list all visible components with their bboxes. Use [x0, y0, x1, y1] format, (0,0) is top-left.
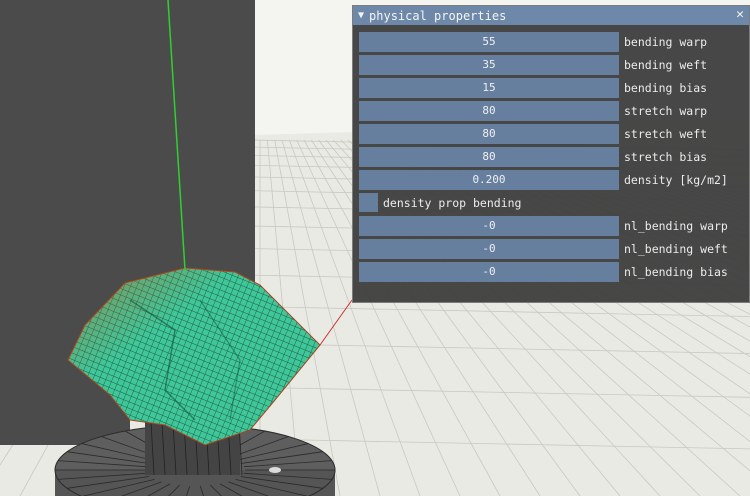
close-icon[interactable]: ✕ [736, 7, 744, 22]
density-slider[interactable]: 0.200 [359, 170, 619, 190]
slider-row-stretch-warp: 80 stretch warp [359, 100, 749, 123]
stretch-warp-label: stretch warp [624, 104, 708, 118]
density-label: density [kg/m2] [624, 173, 728, 187]
stretch-bias-label: stretch bias [624, 150, 708, 164]
slider-row-nl-bending-bias: -0 nl_bending bias [359, 261, 749, 284]
slider-row-nl-bending-warp: -0 nl_bending warp [359, 215, 749, 238]
slider-row-bending-warp: 55 bending warp [359, 31, 749, 54]
bending-bias-slider[interactable]: 15 [359, 78, 619, 98]
slider-row-stretch-bias: 80 stretch bias [359, 146, 749, 169]
stretch-warp-slider[interactable]: 80 [359, 101, 619, 121]
bending-weft-label: bending weft [624, 58, 708, 72]
window-titlebar[interactable]: ▼ physical properties ✕ [353, 6, 749, 25]
bending-warp-label: bending warp [624, 35, 708, 49]
window-title: physical properties [369, 8, 507, 23]
property-list: 55 bending warp 35 bending weft 15 bendi… [359, 31, 749, 284]
dark-box [0, 0, 255, 285]
nl-bending-bias-slider[interactable]: -0 [359, 262, 619, 282]
checkbox-row-density-prop-bending: density prop bending [359, 192, 749, 215]
slider-row-nl-bending-weft: -0 nl_bending weft [359, 238, 749, 261]
nl-bending-weft-label: nl_bending weft [624, 242, 728, 256]
density-prop-bending-label: density prop bending [383, 196, 522, 210]
stretch-weft-slider[interactable]: 80 [359, 124, 619, 144]
slider-row-bending-weft: 35 bending weft [359, 54, 749, 77]
nl-bending-warp-label: nl_bending warp [624, 219, 728, 233]
physical-properties-window[interactable]: ▼ physical properties ✕ 55 bending warp … [352, 5, 750, 303]
slider-row-bending-bias: 15 bending bias [359, 77, 749, 100]
stretch-bias-slider[interactable]: 80 [359, 147, 619, 167]
bending-weft-slider[interactable]: 35 [359, 55, 619, 75]
nl-bending-bias-label: nl_bending bias [624, 265, 728, 279]
stretch-weft-label: stretch weft [624, 127, 708, 141]
nl-bending-weft-slider[interactable]: -0 [359, 239, 619, 259]
bending-warp-slider[interactable]: 55 [359, 32, 619, 52]
slider-row-density: 0.200 density [kg/m2] [359, 169, 749, 192]
nl-bending-warp-slider[interactable]: -0 [359, 216, 619, 236]
bending-bias-label: bending bias [624, 81, 708, 95]
slider-row-stretch-weft: 80 stretch weft [359, 123, 749, 146]
triangle-down-icon[interactable]: ▼ [358, 10, 364, 21]
density-prop-bending-checkbox[interactable] [359, 193, 378, 212]
